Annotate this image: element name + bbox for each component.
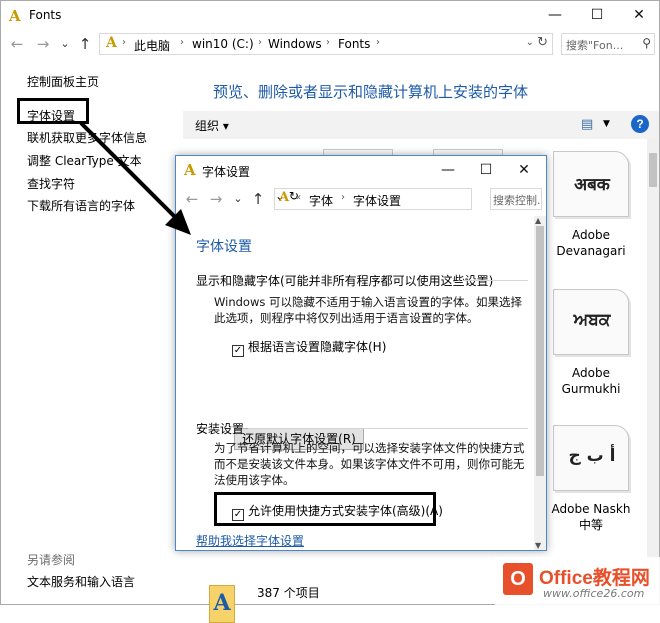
- fonts-window: A Fonts — ☐ ✕ ← → ⌄ ↑ A › 此电脑 › win10 (C…: [0, 0, 660, 623]
- watermark: O Office教程网 www.office26.com: [495, 557, 660, 606]
- annotation-arrow-icon: [79, 121, 191, 235]
- watermark-brand: Office教程网: [539, 568, 650, 589]
- watermark-site: www.office26.com: [543, 587, 645, 600]
- office-logo-icon: O: [503, 563, 533, 595]
